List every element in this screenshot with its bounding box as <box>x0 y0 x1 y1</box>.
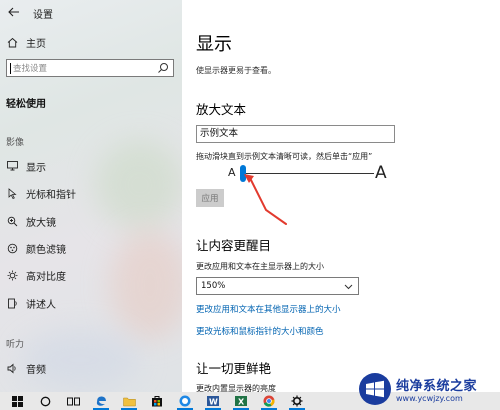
brightness-label: 更改内置显示器的亮度 <box>196 384 276 392</box>
scale-dropdown[interactable]: 150% <box>196 277 359 295</box>
slider-track[interactable] <box>244 173 374 174</box>
scale-label: 更改应用和文本在主显示器上的大小 <box>196 262 324 271</box>
sidebar-item-high-contrast[interactable]: 高对比度 <box>0 262 182 288</box>
slider-thumb[interactable] <box>240 165 246 182</box>
group-label-hearing: 听力 <box>6 340 25 350</box>
sidebar-item-narrator[interactable]: 讲述人 <box>0 290 182 316</box>
section-heading-text-size: 放大文本 <box>196 102 247 117</box>
slider-min-label: A <box>228 166 236 179</box>
color-filter-icon <box>6 242 18 254</box>
page-title: 显示 <box>196 34 232 55</box>
sidebar-item-label: 音频 <box>26 364 46 376</box>
apply-button[interactable]: 应用 <box>196 189 224 207</box>
back-arrow-icon <box>8 7 19 17</box>
sidebar-item-display[interactable]: 显示 <box>0 153 182 179</box>
slider-max-label: A <box>375 163 387 183</box>
sidebar-item-audio[interactable]: 音频 <box>0 355 182 381</box>
link-cursor-size[interactable]: 更改光标和鼠标指针的大小和颜色 <box>196 325 324 337</box>
sidebar-item-label: 高对比度 <box>26 271 66 283</box>
sidebar: 设置 主页 查找设置 轻松使用 影像 显示 光标和指针 放大镜 颜色滤镜 高对比… <box>0 0 182 392</box>
watermark: 纯净系统之家 www.ycwjzy.com <box>358 371 500 407</box>
scale-dropdown-value: 150% <box>201 281 226 291</box>
qq-icon[interactable] <box>174 392 196 410</box>
excel-icon[interactable]: X <box>230 392 252 410</box>
sidebar-item-magnifier[interactable]: 放大镜 <box>0 208 182 234</box>
watermark-name: 纯净系统之家 <box>396 379 478 394</box>
sidebar-item-color-filter[interactable]: 颜色滤镜 <box>0 235 182 261</box>
sidebar-item-label: 放大镜 <box>26 217 56 229</box>
chrome-icon[interactable] <box>258 392 280 410</box>
sidebar-item-label: 光标和指针 <box>26 189 76 201</box>
page-subtitle: 使显示器更易于查看。 <box>196 66 276 75</box>
sidebar-item-label: 颜色滤镜 <box>26 244 66 256</box>
windows-start-icon[interactable] <box>6 392 28 410</box>
text-size-slider[interactable]: A A <box>182 160 500 186</box>
search-icon[interactable] <box>156 61 170 75</box>
section-heading-bigger: 让内容更醒目 <box>196 238 272 253</box>
sidebar-item-label: 显示 <box>26 162 46 174</box>
section-heading-brighter: 让一切更鲜艳 <box>196 361 272 376</box>
contrast-icon <box>6 269 18 281</box>
monitor-icon <box>6 160 18 172</box>
task-view-icon[interactable] <box>62 392 84 410</box>
sidebar-item-label: 讲述人 <box>26 299 56 311</box>
sidebar-item-label: 主页 <box>26 38 46 50</box>
sidebar-item-home[interactable]: 主页 <box>0 29 182 55</box>
link-other-displays[interactable]: 更改应用和文本在其他显示器上的大小 <box>196 303 341 315</box>
sidebar-item-cursor[interactable]: 光标和指针 <box>0 180 182 206</box>
main-content: 显示 使显示器更易于查看。 放大文本 示例文本 拖动滑块直到示例文本清晰可读，然… <box>182 0 500 392</box>
back-button[interactable] <box>8 6 20 20</box>
section-title: 轻松使用 <box>6 99 46 110</box>
window-title: 设置 <box>33 10 53 21</box>
narrator-icon <box>6 297 18 309</box>
home-icon <box>6 36 18 48</box>
speaker-icon <box>6 362 18 374</box>
brand-logo-icon <box>359 373 391 405</box>
file-explorer-icon[interactable] <box>118 392 140 410</box>
chevron-down-icon <box>344 284 353 290</box>
cortana-icon[interactable] <box>34 392 56 410</box>
svg-text:X: X <box>238 398 245 407</box>
search-placeholder: 查找设置 <box>13 64 48 74</box>
sample-text-preview: 示例文本 <box>196 125 395 143</box>
store-icon[interactable] <box>146 392 168 410</box>
magnifier-icon <box>6 215 18 227</box>
watermark-url: www.ycwjzy.com <box>396 394 463 403</box>
word-icon[interactable]: W <box>202 392 224 410</box>
cursor-icon <box>6 187 18 199</box>
search-input[interactable]: 查找设置 <box>6 59 174 77</box>
group-label-vision: 影像 <box>6 138 25 148</box>
text-caret <box>10 62 11 74</box>
settings-icon[interactable] <box>286 392 308 410</box>
svg-text:W: W <box>209 398 218 407</box>
edge-icon[interactable] <box>90 392 112 410</box>
